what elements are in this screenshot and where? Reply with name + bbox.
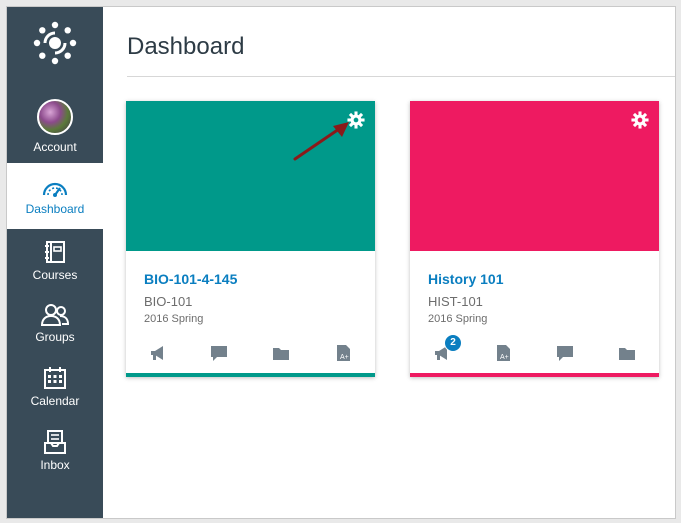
card-action-bar: A+ [126, 343, 375, 363]
sidebar-item-account[interactable]: Account [7, 93, 103, 163]
card-color-bar [126, 373, 375, 377]
grades-icon[interactable]: A+ [493, 343, 513, 363]
grades-icon[interactable]: A+ [333, 343, 353, 363]
announcements-icon[interactable] [148, 343, 168, 363]
dashboard-icon [42, 182, 68, 197]
course-code: HIST-101 [428, 294, 483, 309]
inbox-icon [44, 430, 66, 454]
global-navigation: Account Dashboard Courses Groups Calenda… [7, 7, 103, 518]
sidebar-item-label: Calendar [30, 394, 80, 408]
files-icon[interactable] [617, 343, 637, 363]
sidebar-item-label: Dashboard [25, 202, 85, 216]
sidebar-item-inbox[interactable]: Inbox [7, 429, 103, 472]
card-color-bar [410, 373, 659, 377]
avatar[interactable] [37, 99, 73, 135]
course-term: 2016 Spring [428, 313, 488, 325]
course-title-link[interactable]: History 101 [428, 271, 503, 287]
main-content: Dashboard BIO-101-4-145 BIO-101 2016 Spr… [103, 7, 675, 518]
unread-badge: 2 [444, 334, 462, 352]
course-term: 2016 Spring [144, 313, 204, 325]
app-window: Account Dashboard Courses Groups Calenda… [6, 6, 676, 519]
discussions-icon[interactable] [209, 343, 229, 363]
sidebar-item-courses[interactable]: Courses [7, 239, 103, 282]
sidebar-item-dashboard[interactable]: Dashboard [7, 163, 103, 229]
sidebar-item-groups[interactable]: Groups [7, 303, 103, 344]
page-title: Dashboard [127, 33, 245, 60]
groups-icon [40, 304, 70, 326]
announcements-button[interactable]: 2 [432, 334, 462, 363]
course-card-history[interactable]: History 101 HIST-101 2016 Spring 2 A+ [410, 101, 659, 377]
sidebar-item-calendar[interactable]: Calendar [7, 365, 103, 408]
sidebar-item-label: Courses [32, 268, 78, 282]
discussions-icon[interactable] [555, 343, 575, 363]
svg-text:A+: A+ [340, 354, 349, 361]
gear-icon[interactable] [631, 111, 649, 129]
canvas-logo-icon[interactable] [31, 19, 79, 67]
sidebar-item-label: Account [33, 140, 77, 154]
annotation-arrow-icon [293, 122, 349, 161]
svg-text:A+: A+ [500, 354, 509, 361]
course-title-link[interactable]: BIO-101-4-145 [144, 271, 237, 287]
sidebar-item-label: Inbox [40, 458, 70, 472]
divider [127, 76, 675, 77]
files-icon[interactable] [271, 343, 291, 363]
card-hero[interactable] [410, 101, 659, 251]
calendar-icon [44, 367, 66, 389]
course-code: BIO-101 [144, 294, 193, 309]
sidebar-item-label: Groups [35, 330, 75, 344]
card-action-bar: 2 A+ [410, 334, 659, 363]
courses-icon [45, 241, 65, 263]
